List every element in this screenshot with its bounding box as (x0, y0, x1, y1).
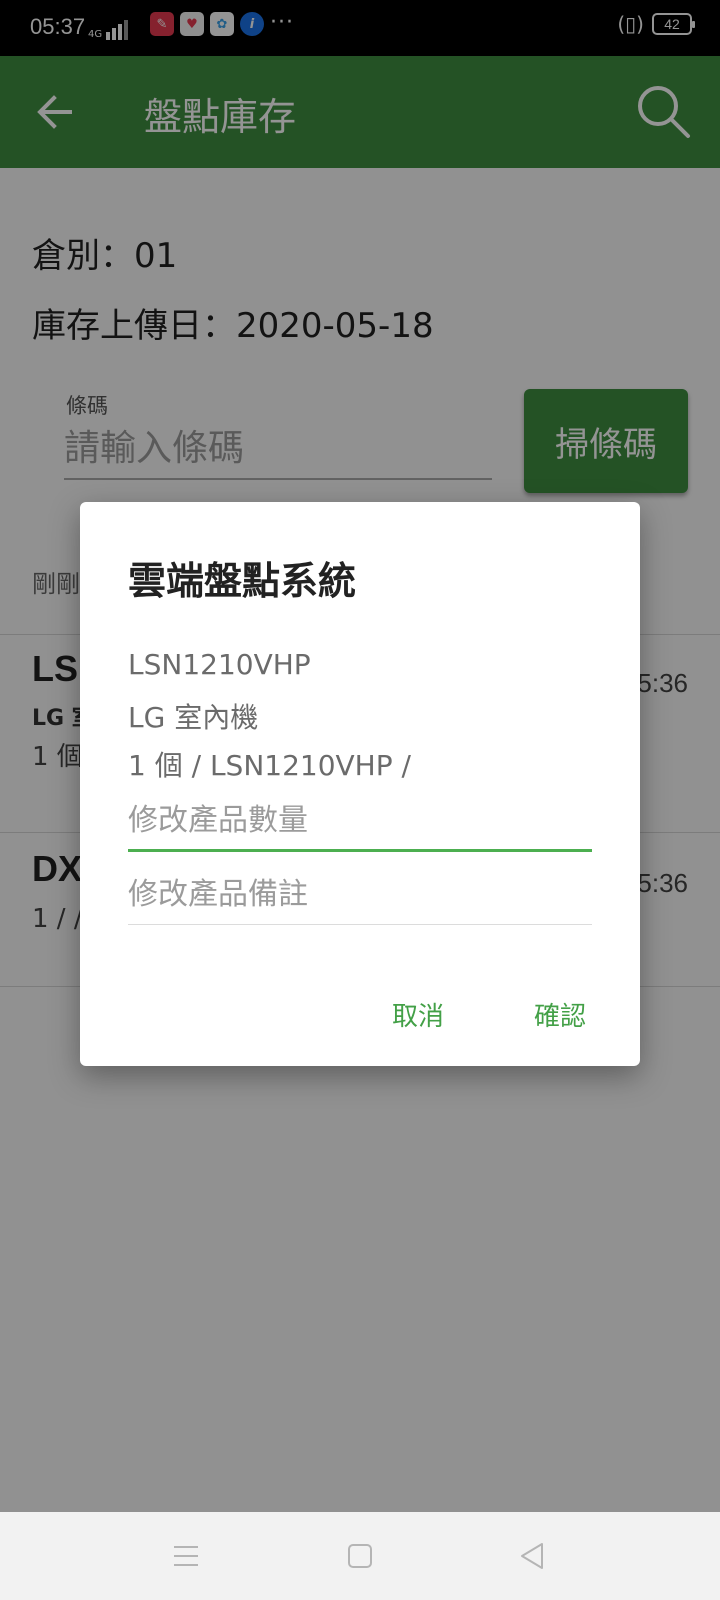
note-input[interactable] (128, 865, 592, 925)
cancel-button[interactable]: 取消 (386, 988, 450, 1041)
home-button[interactable] (340, 1536, 380, 1576)
dialog-title: 雲端盤點系統 (128, 559, 357, 603)
confirm-button[interactable]: 確認 (528, 988, 592, 1041)
dialog-product-summary: 1 個 / LSN1210VHP / (128, 749, 411, 782)
system-nav-bar (0, 1512, 720, 1600)
menu-button[interactable] (166, 1536, 206, 1576)
back-triangle-icon (521, 1543, 543, 1569)
quantity-input[interactable] (128, 792, 592, 852)
back-nav-button[interactable] (512, 1536, 552, 1576)
dialog-product-name: LG 室內機 (128, 701, 259, 734)
home-square-icon (348, 1544, 372, 1568)
menu-icon (174, 1546, 198, 1566)
edit-item-dialog: 雲端盤點系統 LSN1210VHP LG 室內機 1 個 / LSN1210VH… (80, 502, 640, 1066)
dialog-product-code: LSN1210VHP (128, 648, 311, 681)
